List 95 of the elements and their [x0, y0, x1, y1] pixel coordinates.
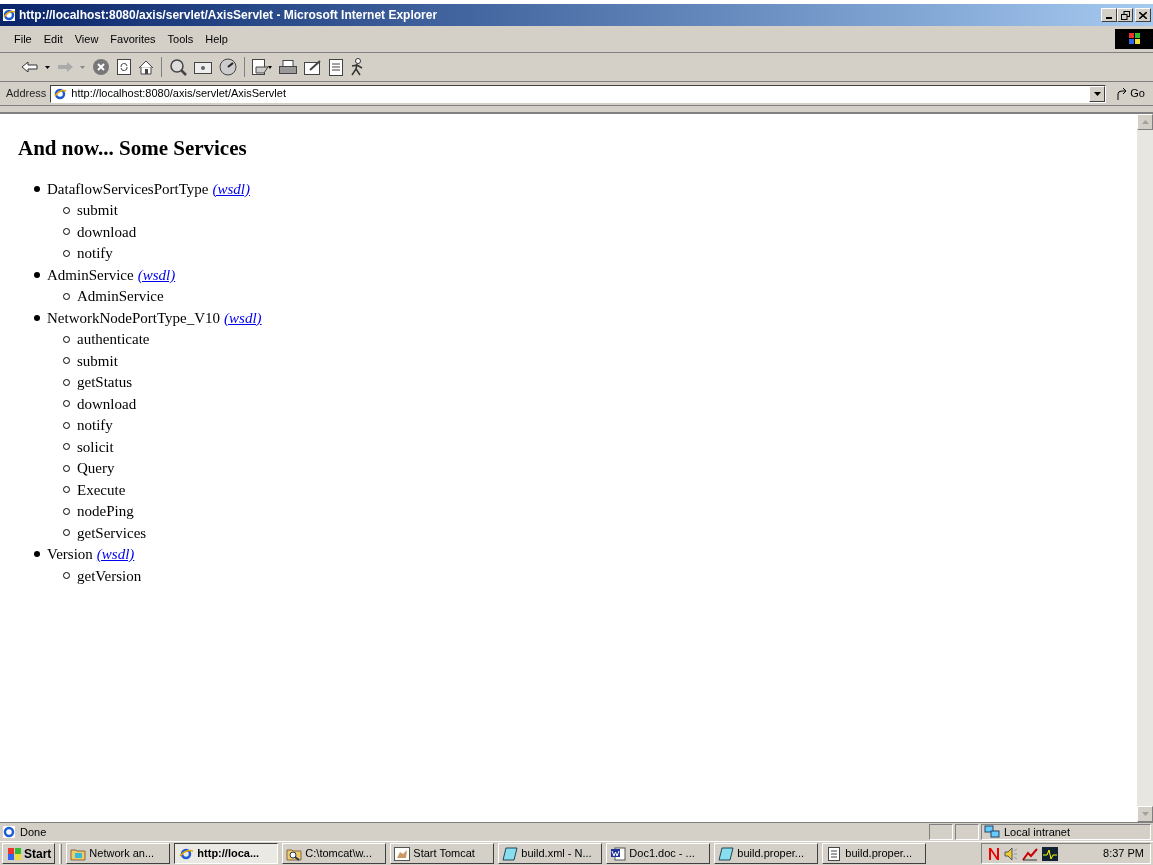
restore-button[interactable]	[1117, 8, 1133, 22]
folder-icon	[70, 846, 87, 861]
windows-logo-icon	[6, 846, 22, 861]
go-button[interactable]: Go	[1112, 85, 1149, 102]
service-name: AdminService	[47, 265, 134, 285]
operation-name: nodePing	[77, 502, 134, 521]
book-icon	[502, 846, 519, 861]
start-button[interactable]: Start	[2, 843, 56, 864]
operation-name: getServices	[77, 523, 147, 543]
operation-name: download	[77, 394, 137, 414]
mail-icon[interactable]	[252, 59, 272, 75]
operation-name: Query	[77, 459, 115, 478]
browser-icon	[2, 8, 16, 22]
scrollbar[interactable]	[1137, 114, 1153, 822]
cat-icon	[394, 846, 411, 861]
service-name: NetworkNodePortType_V10	[47, 308, 221, 328]
dropdown-button[interactable]	[1089, 85, 1106, 102]
notepad-icon	[826, 846, 843, 861]
bullet-icon	[34, 314, 40, 321]
print-icon[interactable]	[279, 59, 297, 75]
word-document-icon	[610, 846, 627, 861]
wsdl-link[interactable]: (wsdl)	[224, 306, 262, 329]
monitor-icon[interactable]	[1042, 846, 1058, 861]
taskbar-button[interactable]: Network an...	[66, 843, 171, 864]
operation-name: getVersion	[77, 566, 142, 586]
bullet-icon	[34, 551, 40, 558]
taskbar-button[interactable]: Doc1.doc - ...	[606, 843, 711, 864]
zone-text: Local intranet	[1004, 824, 1071, 840]
back-icon[interactable]	[22, 62, 38, 72]
history-icon[interactable]	[219, 58, 237, 76]
minimize-button[interactable]	[1101, 8, 1117, 22]
clock: 8:37 PM	[1103, 846, 1144, 862]
speaker-icon[interactable]	[1004, 846, 1018, 861]
address-label: Address	[6, 86, 47, 102]
go-arrow-icon	[1116, 87, 1129, 100]
chart-icon[interactable]	[1022, 846, 1038, 861]
menu-item[interactable]: Help	[199, 30, 234, 48]
bullet-icon	[34, 271, 40, 278]
close-icon	[1139, 11, 1147, 19]
windows-logo-icon	[1115, 29, 1153, 49]
bullet-icon	[34, 185, 40, 192]
status-text: Done	[20, 824, 47, 840]
taskbar-button[interactable]: http://loca...	[174, 843, 279, 864]
stop-icon[interactable]	[92, 58, 110, 76]
book-icon	[718, 846, 735, 861]
wsdl-link[interactable]: (wsdl)	[212, 177, 250, 200]
address-field[interactable]: http://localhost:8080/axis/servlet/AxisServlet	[50, 84, 1107, 103]
operation-name: getStatus	[77, 373, 132, 392]
search-folder-icon	[286, 846, 303, 861]
wsdl-link[interactable]: (wsdl)	[137, 263, 176, 286]
refresh-icon[interactable]	[117, 59, 131, 75]
caret-icon	[1141, 812, 1149, 816]
running-figure-icon[interactable]	[350, 58, 364, 76]
browser-icon	[2, 825, 16, 839]
caret-icon[interactable]	[45, 65, 50, 69]
operation-name: notify	[77, 416, 113, 435]
operation-name: submit	[77, 201, 118, 220]
operation-name: solicit	[77, 437, 114, 457]
taskbar-button[interactable]: build.xml - N...	[498, 843, 603, 864]
edit-icon[interactable]	[304, 59, 322, 75]
operation-name: submit	[77, 351, 118, 371]
network-icon	[984, 825, 1000, 839]
document-icon[interactable]	[329, 58, 343, 76]
restore-icon	[1120, 10, 1130, 20]
browser-icon	[178, 846, 195, 861]
window-title: http://localhost:8080/axis/servlet/AxisServlet - Microsoft Internet Explorer	[19, 7, 438, 24]
taskbar-button[interactable]: build.proper...	[714, 843, 819, 864]
minimize-icon	[1106, 17, 1112, 19]
taskbar-button[interactable]: Start Tomcat	[390, 843, 495, 864]
service-name: DataflowServicesPortType	[47, 179, 209, 199]
wsdl-link[interactable]: (wsdl)	[96, 543, 135, 566]
menu-item[interactable]: Edit	[37, 30, 69, 48]
caret-icon	[1093, 91, 1101, 96]
service-name: Version	[47, 545, 93, 564]
home-icon[interactable]	[138, 59, 154, 75]
menu-item[interactable]: Tools	[161, 30, 200, 48]
operation-name: download	[77, 222, 137, 242]
operation-name: AdminService	[77, 287, 164, 306]
page-heading: And now... Some Services	[18, 135, 248, 162]
letter-n-icon[interactable]	[988, 846, 1000, 861]
folder-icon[interactable]	[194, 60, 212, 74]
scroll-up-button[interactable]	[1137, 114, 1153, 130]
scroll-down-button[interactable]	[1137, 806, 1153, 822]
menu-item[interactable]: Favorites	[104, 30, 162, 48]
taskbar-button[interactable]: build.proper...	[822, 843, 927, 864]
browser-icon	[53, 86, 68, 101]
caret-icon	[1141, 120, 1149, 124]
search-icon[interactable]	[169, 58, 187, 76]
menu-item[interactable]: File	[8, 30, 38, 48]
operation-name: authenticate	[77, 330, 150, 349]
menu-item[interactable]: View	[68, 30, 105, 48]
operation-name: Execute	[77, 480, 126, 500]
taskbar-button[interactable]: C:\tomcat\w...	[282, 843, 387, 864]
operation-name: notify	[77, 244, 113, 263]
close-button[interactable]	[1135, 8, 1151, 22]
